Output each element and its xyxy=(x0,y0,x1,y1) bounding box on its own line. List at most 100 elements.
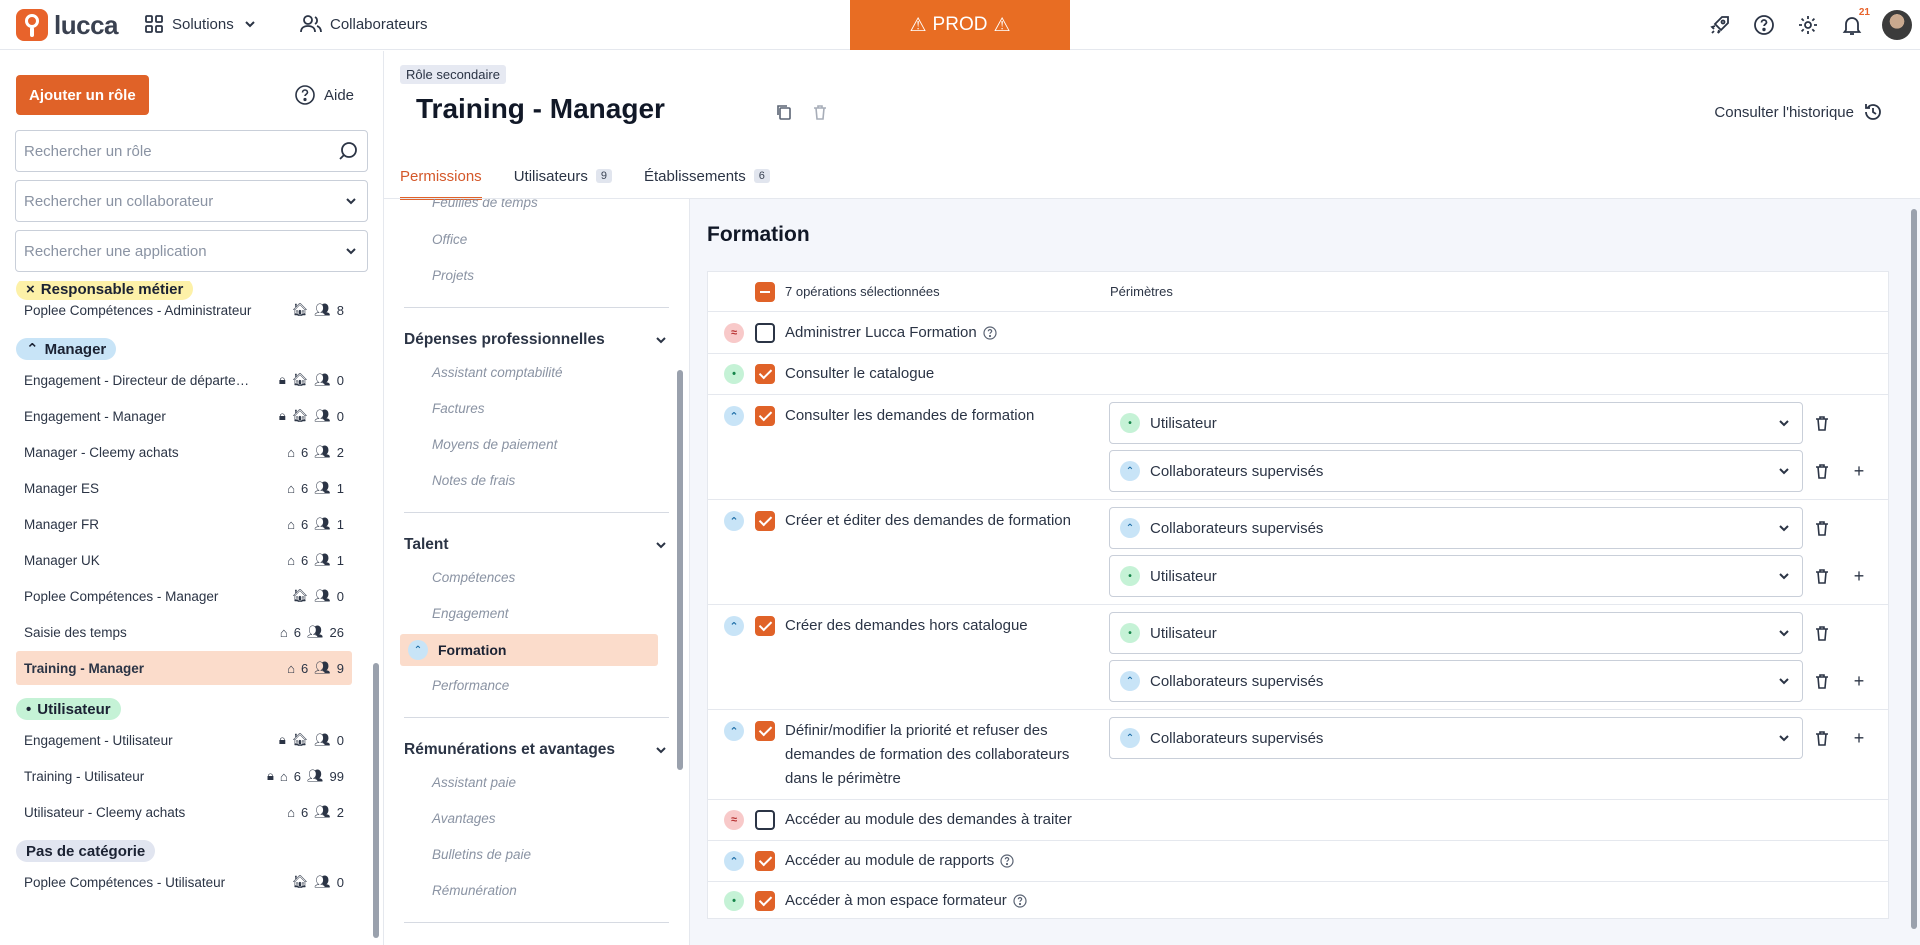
app-item[interactable]: Notes de frais xyxy=(432,473,515,488)
history-link[interactable]: Consulter l'historique xyxy=(1714,101,1884,123)
level-medium-icon: ⌃ xyxy=(724,721,744,741)
app-item[interactable]: Performance xyxy=(432,678,509,693)
app-item[interactable]: Assistant paie xyxy=(432,775,516,790)
notifications-button[interactable]: 21 xyxy=(1838,7,1870,39)
role-item[interactable]: Manager ES ⌂ 6 👥︎ 1 xyxy=(16,471,352,505)
trash-icon[interactable] xyxy=(1812,413,1832,433)
app-item[interactable]: Engagement xyxy=(432,606,509,621)
main-scrollbar[interactable] xyxy=(1910,199,1918,945)
lucca-logo[interactable]: lucca xyxy=(16,9,119,41)
role-item[interactable]: Training - Utilisateur 🔒︎ ⌂ 6 👥︎ 99 xyxy=(16,759,352,793)
role-item[interactable]: Poplee Compétences - Utilisateur 🏠︎ 👥︎ 0 xyxy=(16,865,352,899)
category-label: Manager xyxy=(44,340,107,358)
role-item[interactable]: Manager - Cleemy achats ⌂ 6 👥︎ 2 xyxy=(16,435,352,469)
role-item[interactable]: Saisie des temps ⌂ 6 👥︎ 26 xyxy=(16,615,352,649)
operation-checkbox[interactable] xyxy=(755,851,775,871)
add-scope-icon[interactable]: + xyxy=(1849,728,1869,748)
scope-select[interactable]: • Utilisateur xyxy=(1109,555,1803,597)
tab-permissions[interactable]: Permissions xyxy=(400,153,482,200)
scope-select[interactable]: • Utilisateur xyxy=(1109,402,1803,444)
sidebar-scrollbar[interactable] xyxy=(372,291,380,941)
role-item[interactable]: Poplee Compétences - Administrateur 🏠︎ 👥… xyxy=(16,293,352,327)
copy-icon[interactable] xyxy=(775,103,793,121)
scrollbar-thumb[interactable] xyxy=(677,370,683,770)
app-item[interactable]: Projets xyxy=(432,268,474,283)
category-utilisateur: • Utilisateur xyxy=(16,698,121,720)
role-item[interactable]: Engagement - Manager 🔒︎ 🏠︎ 👥︎ 0 xyxy=(16,399,352,433)
app-item[interactable]: Assistant comptabilité xyxy=(432,365,563,380)
trash-icon[interactable] xyxy=(811,103,829,121)
rocket-icon[interactable] xyxy=(1706,11,1734,39)
add-role-button[interactable]: Ajouter un rôle xyxy=(16,75,149,115)
gear-icon[interactable] xyxy=(1794,11,1822,39)
role-item[interactable]: Engagement - Directeur de départe… 🔒︎ 🏠︎ 👥… xyxy=(16,363,352,397)
scrollbar-thumb[interactable] xyxy=(373,663,379,938)
select-all-checkbox[interactable] xyxy=(755,282,775,302)
help-icon[interactable] xyxy=(1750,11,1778,39)
app-item[interactable]: Bulletins de paie xyxy=(432,847,531,862)
search-application-select[interactable]: Rechercher une application xyxy=(15,230,368,272)
users-icon: 👥︎ xyxy=(314,732,331,747)
app-group-remunerations[interactable]: Rémunérations et avantages xyxy=(404,741,669,759)
tab-utilisateurs[interactable]: Utilisateurs 9 xyxy=(514,153,612,199)
help-icon[interactable] xyxy=(983,326,997,340)
trash-icon[interactable] xyxy=(1812,671,1832,691)
table-row: ⌃ Consulter les demandes de formation • … xyxy=(708,395,1888,500)
role-item[interactable]: Utilisateur - Cleemy achats ⌂ 6 👥︎ 2 xyxy=(16,795,352,829)
app-item[interactable]: Compétences xyxy=(432,570,515,585)
add-scope-icon[interactable]: + xyxy=(1849,566,1869,586)
app-item-selected[interactable]: ⌃ Formation xyxy=(400,634,658,666)
scrollbar-thumb[interactable] xyxy=(1911,209,1917,929)
app-item[interactable]: Office xyxy=(432,232,467,247)
chevron-down-icon xyxy=(1779,573,1789,580)
scope-select[interactable]: ⌃ Collaborateurs supervisés xyxy=(1109,717,1803,759)
trash-icon[interactable] xyxy=(1812,518,1832,538)
app-group-depenses[interactable]: Dépenses professionnelles xyxy=(404,331,669,349)
role-item[interactable]: Manager FR ⌂ 6 👥︎ 1 xyxy=(16,507,352,541)
role-item[interactable]: Manager UK ⌂ 6 👥︎ 1 xyxy=(16,543,352,577)
trash-icon[interactable] xyxy=(1812,728,1832,748)
trash-icon[interactable] xyxy=(1812,461,1832,481)
scope-select[interactable]: ⌃ Collaborateurs supervisés xyxy=(1109,660,1803,702)
chevron-up-icon[interactable]: ⌃ xyxy=(26,340,39,358)
appnav-scrollbar[interactable] xyxy=(676,200,684,940)
operation-checkbox[interactable] xyxy=(755,721,775,741)
scope-select[interactable]: • Utilisateur xyxy=(1109,612,1803,654)
trash-icon[interactable] xyxy=(1812,623,1832,643)
add-scope-icon[interactable]: + xyxy=(1849,671,1869,691)
search-user-select[interactable]: Rechercher un collaborateur xyxy=(15,180,368,222)
role-item-selected[interactable]: Training - Manager ⌂ 6 👥︎ 9 xyxy=(16,651,352,685)
level-medium-icon: ⌃ xyxy=(724,616,744,636)
operation-checkbox[interactable] xyxy=(755,511,775,531)
operation-checkbox[interactable] xyxy=(755,891,775,911)
role-item[interactable]: Engagement - Utilisateur 🔒︎ 🏠︎ 👥︎ 0 xyxy=(16,723,352,757)
scope-select[interactable]: ⌃ Collaborateurs supervisés xyxy=(1109,507,1803,549)
help-icon[interactable] xyxy=(1013,894,1027,908)
users-icon: 👥︎ xyxy=(314,408,331,423)
operation-checkbox[interactable] xyxy=(755,323,775,343)
operation-checkbox[interactable] xyxy=(755,810,775,830)
collaborateurs-link[interactable]: Collaborateurs xyxy=(300,14,428,34)
app-item[interactable]: Feuilles de temps xyxy=(432,199,538,210)
search-role-input[interactable]: Rechercher un rôle xyxy=(15,130,368,172)
solutions-menu[interactable]: Solutions xyxy=(144,14,258,34)
avatar[interactable] xyxy=(1882,10,1912,40)
operation-checkbox[interactable] xyxy=(755,616,775,636)
roles-sidebar: Ajouter un rôle Aide Rechercher un rôle … xyxy=(0,51,384,945)
app-item[interactable]: Avantages xyxy=(432,811,496,826)
app-group-talent[interactable]: Talent xyxy=(404,536,669,554)
app-item[interactable]: Moyens de paiement xyxy=(432,437,557,452)
operation-checkbox[interactable] xyxy=(755,406,775,426)
help-link[interactable]: Aide xyxy=(294,84,354,106)
operation-checkbox[interactable] xyxy=(755,364,775,384)
tab-etablissements[interactable]: Établissements 6 xyxy=(644,153,770,199)
level-low-icon: • xyxy=(724,364,744,384)
dot-icon[interactable]: • xyxy=(26,701,31,718)
scope-select[interactable]: ⌃ Collaborateurs supervisés xyxy=(1109,450,1803,492)
add-scope-icon[interactable]: + xyxy=(1849,461,1869,481)
help-icon[interactable] xyxy=(1000,854,1014,868)
app-item[interactable]: Factures xyxy=(432,401,485,416)
trash-icon[interactable] xyxy=(1812,566,1832,586)
role-item[interactable]: Poplee Compétences - Manager 🏠︎ 👥︎ 0 xyxy=(16,579,352,613)
app-item[interactable]: Rémunération xyxy=(432,883,517,898)
